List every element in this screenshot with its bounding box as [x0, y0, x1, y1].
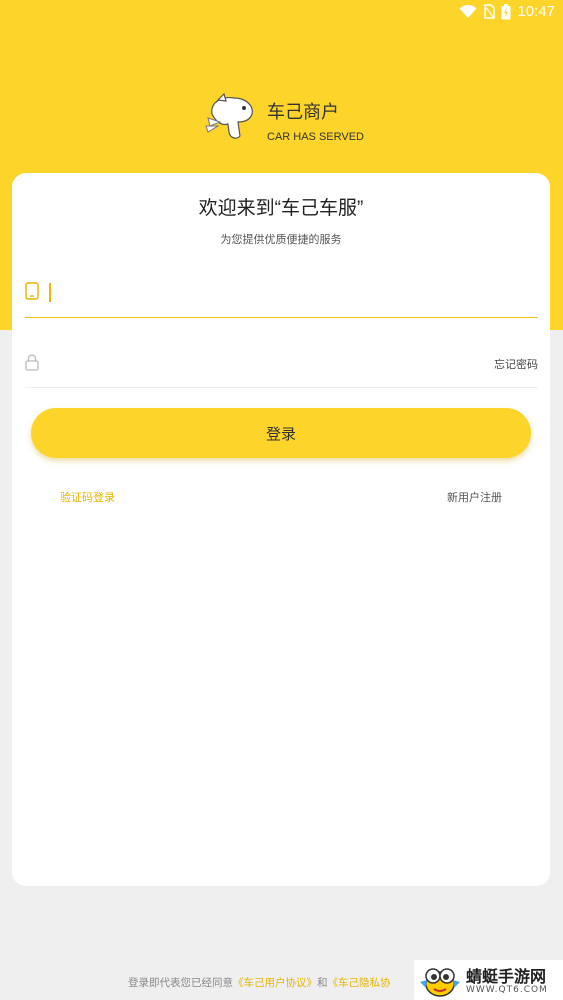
agreement-prefix: 登录即代表您已经同意 — [128, 977, 233, 989]
login-card: 欢迎来到“车己车服” 为您提供优质便捷的服务 忘记密码 登录 验证码登录 新用户… — [12, 173, 550, 886]
brand-subtitle: CAR HAS SERVED — [267, 131, 364, 143]
watermark-url: WWW.QT6.COM — [466, 985, 548, 995]
brand-header: 车己商户 CAR HAS SERVED — [204, 92, 404, 152]
watermark-name: 蜻蜓手游网 — [466, 967, 547, 986]
welcome-title: 欢迎来到“车己车服” — [198, 198, 364, 219]
phone-icon — [25, 282, 39, 300]
phone-field-row — [25, 273, 538, 318]
no-sim-icon — [483, 4, 496, 19]
login-button[interactable]: 登录 — [31, 408, 531, 458]
battery-icon — [501, 3, 511, 19]
privacy-policy-link[interactable]: 《车己隐私协 — [328, 977, 391, 989]
wifi-icon — [459, 4, 477, 18]
register-link[interactable]: 新用户注册 — [447, 489, 502, 505]
status-bar: 10:47 — [0, 0, 563, 24]
agreement-and: 和 — [317, 977, 328, 989]
forgot-password-link[interactable]: 忘记密码 — [494, 356, 538, 372]
watermark: 蜻蜓手游网 WWW.QT6.COM — [414, 960, 563, 1000]
user-agreement-link[interactable]: 《车己用户协议》 — [233, 977, 317, 989]
welcome-subtitle: 为您提供优质便捷的服务 — [220, 233, 342, 246]
status-time: 10:47 — [517, 3, 555, 20]
password-field-row: 忘记密码 — [25, 341, 538, 388]
sms-login-link[interactable]: 验证码登录 — [60, 489, 115, 505]
phone-input[interactable] — [49, 277, 531, 307]
mascot-icon — [205, 92, 253, 139]
lock-icon — [25, 354, 39, 371]
password-input[interactable] — [49, 349, 433, 379]
dragonfly-logo-icon — [420, 968, 460, 997]
agreement-text: 登录即代表您已经同意《车己用户协议》和《车己隐私协 — [128, 975, 391, 990]
brand-name: 车己商户 — [267, 102, 339, 122]
text-cursor — [49, 283, 51, 302]
